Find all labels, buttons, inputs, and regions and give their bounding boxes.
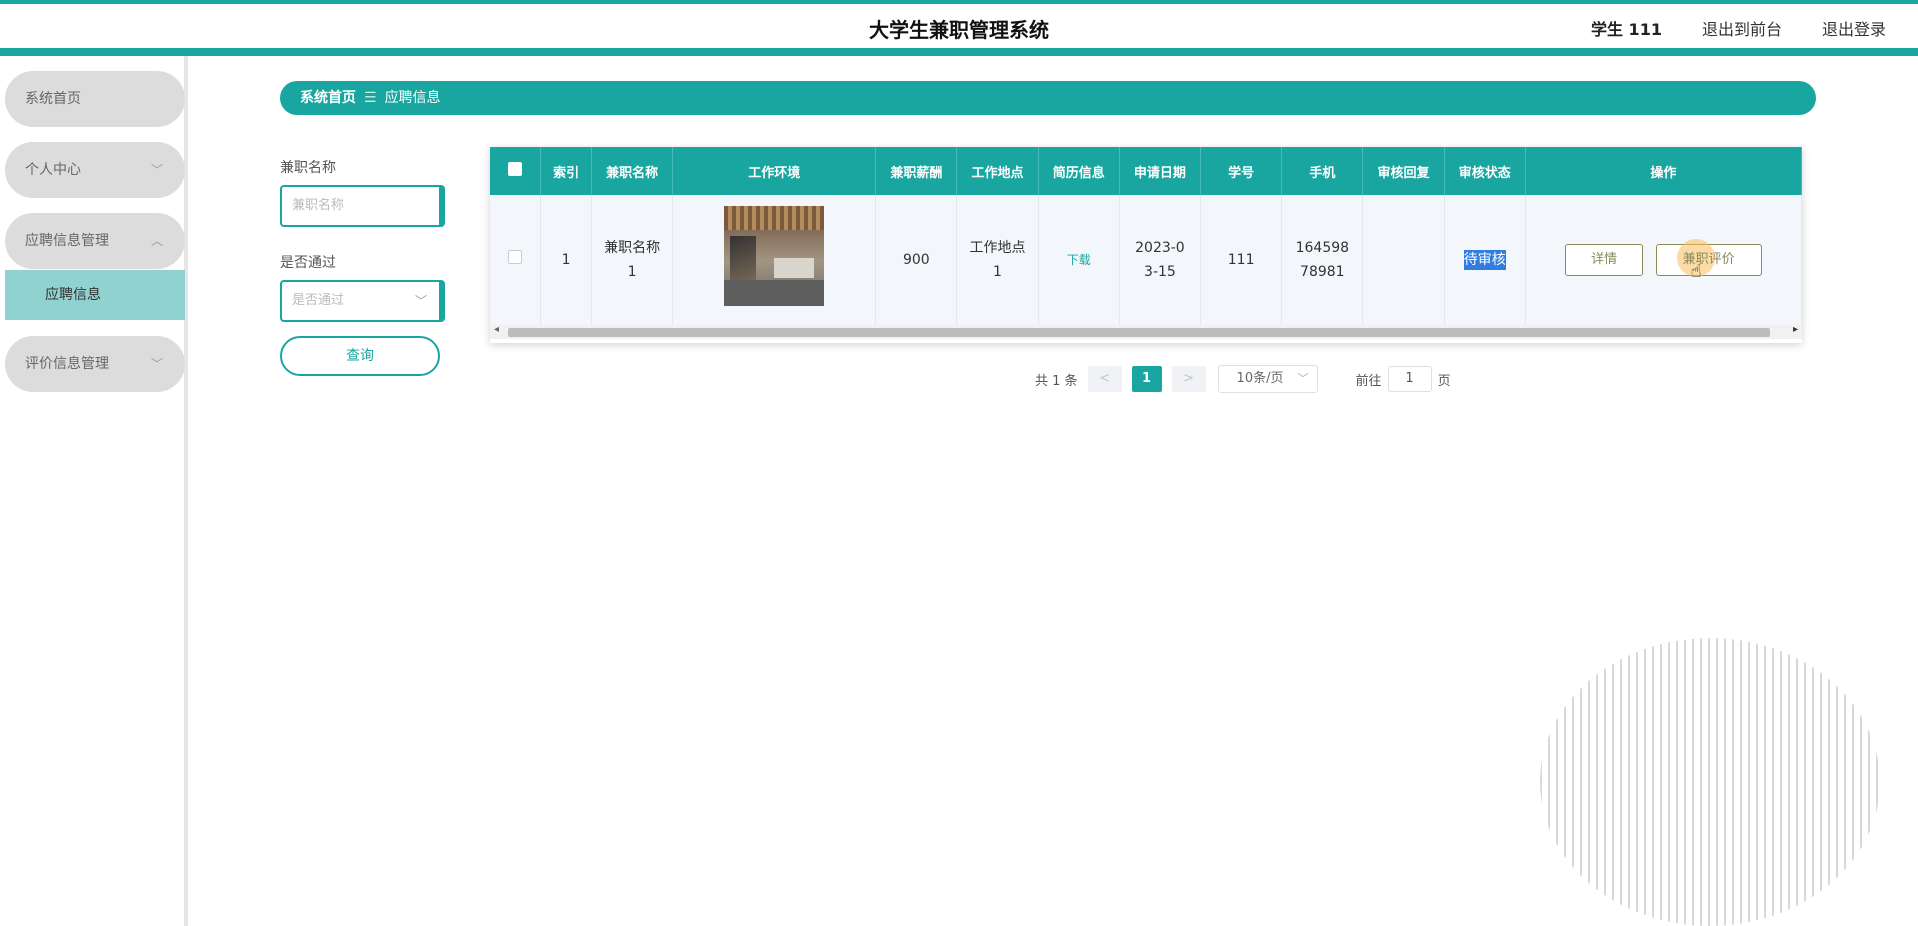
breadcrumb: 系统首页 ☰ 应聘信息 bbox=[280, 81, 1816, 115]
app-header: 大学生兼职管理系统 学生 111 退出到前台 退出登录 bbox=[0, 4, 1918, 48]
location-text: 工作地点1 bbox=[969, 240, 1026, 280]
sidebar-item-label: 评价信息管理 bbox=[25, 356, 109, 372]
row-select-cell bbox=[490, 195, 542, 325]
resume-cell: 下载 bbox=[1038, 195, 1120, 325]
page-size-value: 10条/页 bbox=[1236, 371, 1284, 386]
column-header[interactable]: 审核状态 bbox=[1444, 147, 1526, 195]
detail-button[interactable]: 详情 bbox=[1565, 244, 1644, 276]
scrollbar-thumb[interactable] bbox=[508, 328, 1770, 337]
column-header[interactable]: 工作地点 bbox=[956, 147, 1039, 195]
chevron-down-icon: ﹀ bbox=[150, 163, 163, 177]
column-header[interactable]: 工作环境 bbox=[672, 147, 877, 195]
column-header[interactable]: 简历信息 bbox=[1038, 147, 1120, 195]
phone-text: 16459878981 bbox=[1295, 240, 1350, 280]
breadcrumb-current: 应聘信息 bbox=[384, 90, 441, 106]
location-cell: 工作地点1 bbox=[956, 195, 1039, 325]
name-filter-placeholder: 兼职名称 bbox=[292, 198, 345, 213]
reply-cell bbox=[1362, 195, 1445, 325]
column-header[interactable]: 申请日期 bbox=[1119, 147, 1202, 195]
sidebar-subitem-application-info[interactable]: 应聘信息 bbox=[5, 270, 185, 320]
chevron-down-icon: ﹀ bbox=[1297, 372, 1309, 385]
salary-cell: 900 bbox=[875, 195, 958, 325]
sidebar-item-label: 应聘信息管理 bbox=[25, 233, 109, 249]
work-environment-image[interactable] bbox=[724, 206, 825, 306]
student-id-cell: 111 bbox=[1200, 195, 1283, 325]
column-header[interactable]: 学号 bbox=[1200, 147, 1283, 195]
table-header-row: 索引 兼职名称 工作环境 兼职薪酬 工作地点 简历信息 申请日期 学号 手机 审… bbox=[490, 147, 1803, 195]
chevron-up-icon: ︿ bbox=[150, 234, 163, 248]
pagination: 共 1 条 < 1 > 10条/页 ﹀ 前往 1 页 bbox=[1035, 365, 1451, 393]
column-header[interactable]: 手机 bbox=[1281, 147, 1364, 195]
review-button[interactable]: 兼职评价 ☝ bbox=[1655, 239, 1762, 282]
column-header[interactable]: 审核回复 bbox=[1362, 147, 1445, 195]
name-cell: 兼职名称1 bbox=[591, 195, 674, 325]
name-filter-input[interactable]: 兼职名称 bbox=[280, 185, 445, 227]
query-button[interactable]: 查询 bbox=[280, 336, 440, 376]
image-stair bbox=[730, 236, 757, 286]
chevron-down-icon: ﹀ bbox=[150, 357, 163, 371]
application-table: 索引 兼职名称 工作环境 兼职薪酬 工作地点 简历信息 申请日期 学号 手机 审… bbox=[490, 147, 1803, 343]
column-header[interactable]: 兼职名称 bbox=[591, 147, 674, 195]
index-cell: 1 bbox=[540, 195, 592, 325]
scroll-left-icon[interactable]: ◂ bbox=[494, 324, 499, 335]
resume-download-link[interactable]: 下载 bbox=[1067, 253, 1091, 267]
date-text: 2023-03-15 bbox=[1135, 240, 1185, 280]
scroll-right-icon[interactable]: ▸ bbox=[1793, 324, 1798, 335]
sidebar-item-home[interactable]: 系统首页 bbox=[5, 71, 185, 127]
horizontal-scrollbar[interactable]: ◂ ▸ bbox=[490, 324, 1802, 339]
decorative-striped-circle bbox=[1540, 638, 1880, 926]
pass-filter-placeholder: 是否通过 bbox=[292, 293, 345, 308]
page-number-button[interactable]: 1 bbox=[1131, 366, 1162, 392]
status-badge: 待审核 bbox=[1463, 250, 1506, 270]
work-environment-cell bbox=[672, 195, 877, 325]
image-floor bbox=[724, 280, 825, 306]
sidebar-item-review-management[interactable]: 评价信息管理 ﹀ bbox=[5, 336, 185, 392]
breadcrumb-home[interactable]: 系统首页 bbox=[300, 81, 356, 115]
sidebar-item-label: 个人中心 bbox=[25, 162, 81, 178]
select-all-cell bbox=[490, 147, 542, 195]
sidebar: 系统首页 个人中心 ﹀ 应聘信息管理 ︿ 应聘信息 评价信息管理 ﹀ bbox=[0, 56, 188, 926]
sidebar-item-label: 系统首页 bbox=[25, 91, 81, 107]
image-ceiling bbox=[724, 206, 825, 230]
back-to-front-link[interactable]: 退出到前台 bbox=[1702, 16, 1782, 40]
column-header: 操作 bbox=[1525, 147, 1803, 195]
total-count: 共 1 条 bbox=[1035, 373, 1078, 389]
select-all-checkbox[interactable] bbox=[508, 162, 523, 176]
status-cell: 待审核 bbox=[1444, 195, 1526, 325]
image-desk bbox=[774, 258, 815, 278]
chevron-down-icon: ﹀ bbox=[414, 294, 427, 308]
header-actions: 学生 111 退出到前台 退出登录 bbox=[1591, 16, 1886, 40]
table-row: 1 兼职名称1 900 工作地点1 下载 2023-03-15 111 1645… bbox=[490, 195, 1803, 325]
actions-cell: 详情 兼职评价 ☝ bbox=[1525, 195, 1803, 325]
logout-link[interactable]: 退出登录 bbox=[1822, 16, 1886, 40]
phone-cell: 16459878981 bbox=[1281, 195, 1364, 325]
sidebar-item-personal-center[interactable]: 个人中心 ﹀ bbox=[5, 142, 185, 198]
page-suffix: 页 bbox=[1437, 373, 1451, 389]
goto-page-input[interactable]: 1 bbox=[1387, 366, 1432, 392]
goto-label: 前往 bbox=[1355, 373, 1382, 389]
row-checkbox[interactable] bbox=[508, 250, 523, 264]
name-filter-label: 兼职名称 bbox=[280, 160, 336, 176]
next-page-button[interactable]: > bbox=[1171, 366, 1206, 392]
job-name: 兼职名称1 bbox=[604, 240, 661, 280]
column-header[interactable]: 兼职薪酬 bbox=[875, 147, 958, 195]
page-size-select[interactable]: 10条/页 ﹀ bbox=[1217, 365, 1318, 393]
date-cell: 2023-03-15 bbox=[1119, 195, 1202, 325]
current-user: 学生 111 bbox=[1590, 20, 1662, 39]
pass-filter-select[interactable]: 是否通过 ﹀ bbox=[280, 280, 445, 322]
hand-cursor-icon: ☝ bbox=[1690, 261, 1702, 282]
header-accent-bar bbox=[0, 48, 1918, 56]
breadcrumb-separator-icon: ☰ bbox=[364, 90, 377, 106]
sidebar-item-application-management[interactable]: 应聘信息管理 ︿ bbox=[5, 213, 185, 269]
prev-page-button[interactable]: < bbox=[1087, 366, 1122, 392]
column-header[interactable]: 索引 bbox=[540, 147, 592, 195]
pass-filter-label: 是否通过 bbox=[280, 255, 336, 271]
